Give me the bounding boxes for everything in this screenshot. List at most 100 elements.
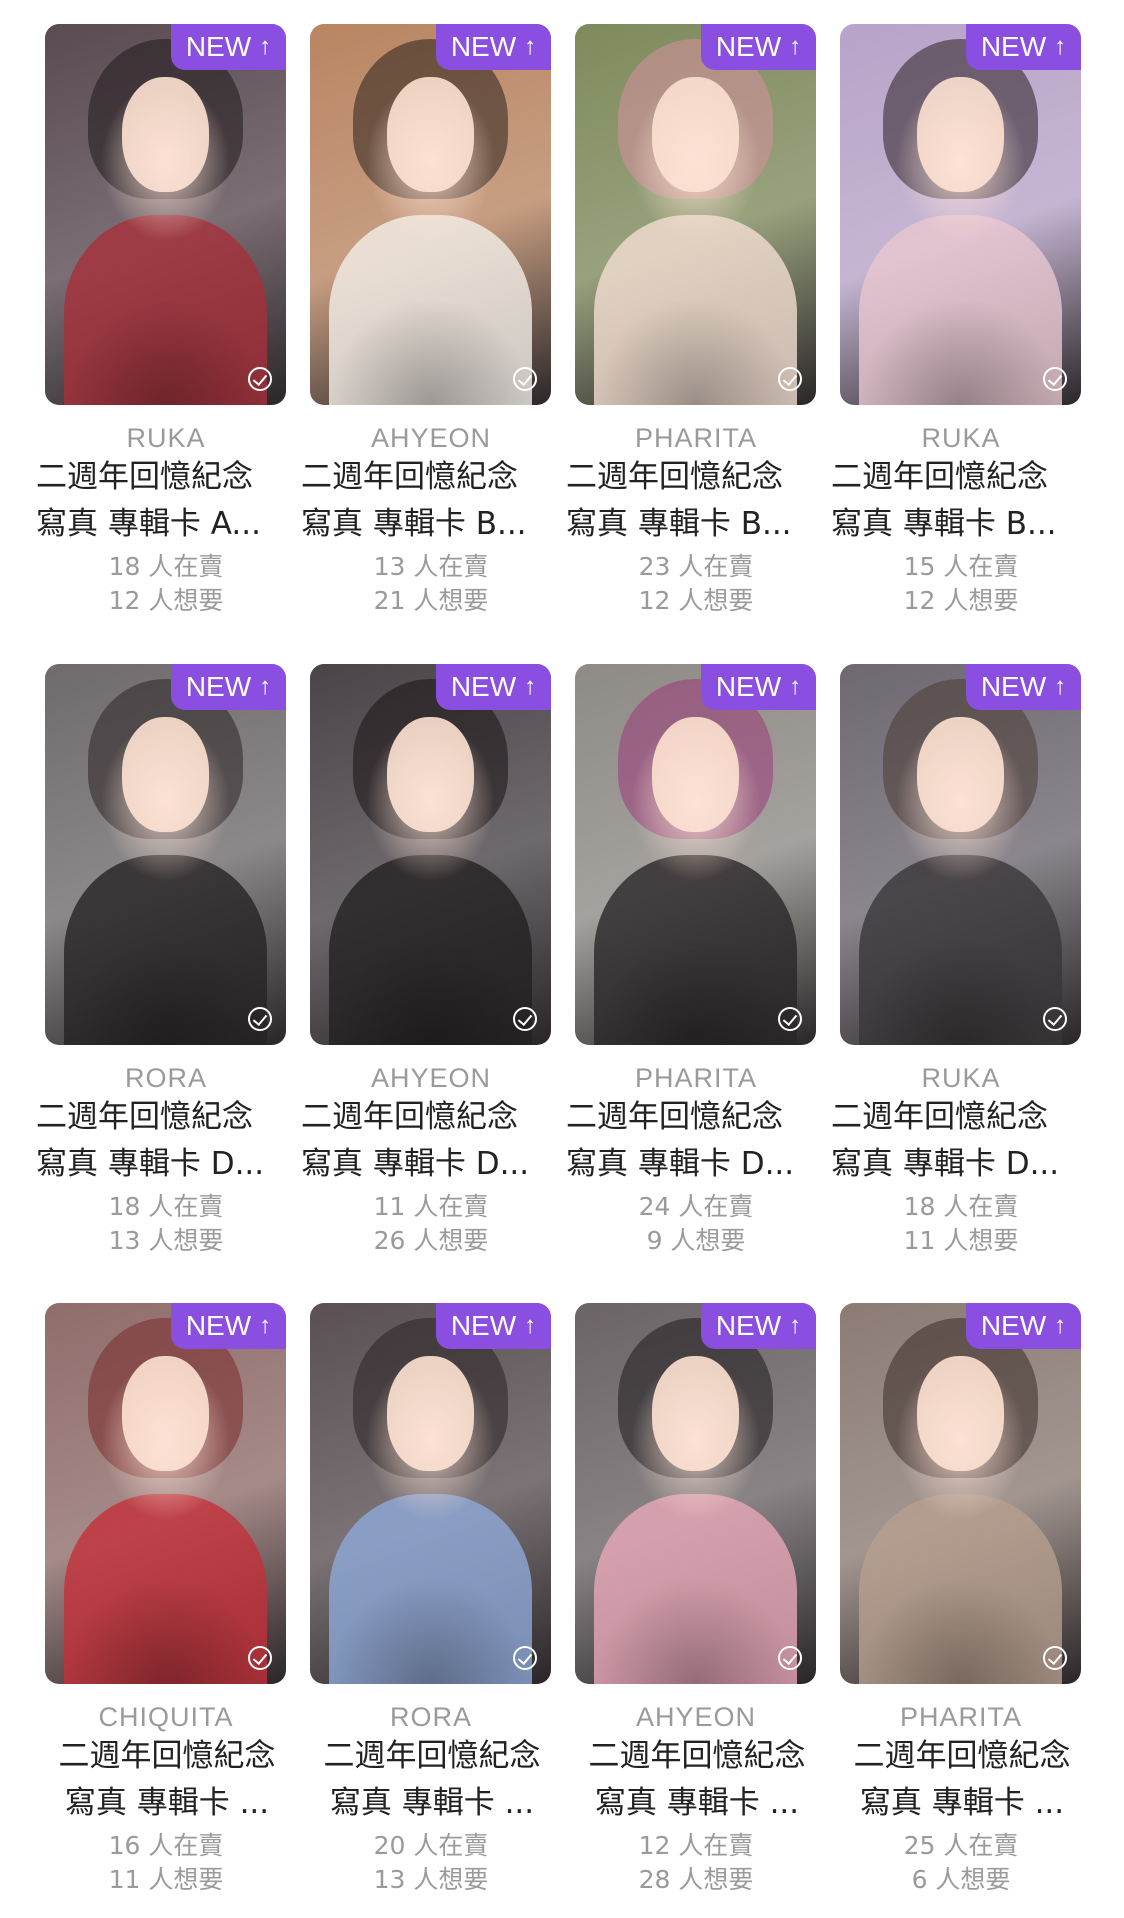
- card-title-line1: 二週年回憶紀念: [36, 459, 253, 495]
- member-name: RORA: [124, 1063, 207, 1093]
- check-circle-icon[interactable]: [1043, 1646, 1067, 1670]
- photocard-image[interactable]: NEW ↑: [575, 1303, 816, 1684]
- photocard-item[interactable]: NEW ↑ PHARITA 二週年回憶紀念 寫真 專輯卡 D... 24 人在賣…: [564, 664, 828, 1258]
- new-badge-label: NEW: [185, 31, 252, 62]
- check-circle-icon[interactable]: [778, 1007, 802, 1031]
- card-title-line2: 寫真 專輯卡 ...: [594, 1785, 800, 1821]
- photocard-item[interactable]: NEW ↑ AHYEON 二週年回憶紀念 寫真 專輯卡 ... 12 人在賣 2…: [564, 1303, 828, 1897]
- photo-shade: [840, 664, 1081, 1045]
- wanting-count: 21 人想要: [373, 586, 489, 615]
- card-title[interactable]: 二週年回憶紀念 寫真 專輯卡 B...: [299, 454, 563, 548]
- check-circle-icon[interactable]: [248, 1007, 272, 1031]
- card-title[interactable]: 二週年回憶紀念 寫真 專輯卡 B...: [564, 454, 828, 548]
- photocard-image[interactable]: NEW ↑: [840, 664, 1081, 1045]
- new-badge: NEW ↑: [701, 664, 816, 710]
- photocard-image[interactable]: NEW ↑: [45, 664, 286, 1045]
- card-title[interactable]: 二週年回憶紀念 寫真 專輯卡 B...: [829, 454, 1093, 548]
- wanting-count: 9 人想要: [646, 1226, 746, 1255]
- photocard-image[interactable]: NEW ↑: [310, 664, 551, 1045]
- check-circle-icon[interactable]: [513, 1007, 537, 1031]
- photocard-item[interactable]: NEW ↑ AHYEON 二週年回憶紀念 寫真 專輯卡 B... 13 人在賣 …: [299, 24, 563, 618]
- selling-count: 12 人在賣: [638, 1831, 754, 1860]
- card-title-line1: 二週年回憶紀念: [831, 459, 1048, 495]
- photocard-item[interactable]: NEW ↑ RUKA 二週年回憶紀念 寫真 專輯卡 B... 15 人在賣 12…: [829, 24, 1093, 618]
- new-badge-label: NEW: [450, 31, 517, 62]
- photocard-image[interactable]: NEW ↑: [840, 1303, 1081, 1684]
- card-title[interactable]: 二週年回憶紀念 寫真 專輯卡 ...: [829, 1733, 1093, 1827]
- selling-count: 18 人在賣: [108, 1192, 224, 1221]
- photocard-item[interactable]: NEW ↑ AHYEON 二週年回憶紀念 寫真 專輯卡 D... 11 人在賣 …: [299, 664, 563, 1258]
- photocard-item[interactable]: NEW ↑ RUKA 二週年回憶紀念 寫真 專輯卡 D... 18 人在賣 11…: [829, 664, 1093, 1258]
- check-circle-icon[interactable]: [248, 1646, 272, 1670]
- arrow-up-icon: ↑: [259, 33, 272, 60]
- card-title-line2: 寫真 專輯卡 B...: [831, 506, 1057, 542]
- photo-shade: [45, 664, 286, 1045]
- card-title-line1: 二週年回憶紀念: [323, 1738, 541, 1774]
- card-title[interactable]: 二週年回憶紀念 寫真 專輯卡 A...: [34, 454, 298, 548]
- check-circle-icon[interactable]: [248, 367, 272, 391]
- card-stats: 11 人在賣 26 人想要: [299, 1190, 563, 1258]
- card-title-line2: 寫真 專輯卡 D...: [831, 1146, 1060, 1182]
- member-name: CHIQUITA: [98, 1702, 234, 1732]
- card-title[interactable]: 二週年回憶紀念 寫真 專輯卡 ...: [34, 1733, 298, 1827]
- new-badge-label: NEW: [715, 671, 782, 702]
- check-circle-icon[interactable]: [1043, 1007, 1067, 1031]
- card-stats: 13 人在賣 21 人想要: [299, 550, 563, 618]
- new-badge: NEW ↑: [966, 24, 1081, 70]
- selling-count: 15 人在賣: [903, 552, 1019, 581]
- photocard-image[interactable]: NEW ↑: [310, 1303, 551, 1684]
- photocard-image[interactable]: NEW ↑: [840, 24, 1081, 405]
- arrow-up-icon: ↑: [789, 1312, 802, 1339]
- wanting-count: 26 人想要: [373, 1226, 489, 1255]
- card-stats: 18 人在賣 11 人想要: [829, 1190, 1093, 1258]
- card-title-line2: 寫真 專輯卡 A...: [36, 506, 261, 542]
- wanting-count: 11 人想要: [108, 1865, 224, 1894]
- photocard-image[interactable]: NEW ↑: [45, 1303, 286, 1684]
- selling-count: 23 人在賣: [638, 552, 754, 581]
- member-name: PHARITA: [899, 1702, 1022, 1732]
- card-title-line2: 寫真 專輯卡 ...: [329, 1785, 535, 1821]
- photocard-item[interactable]: NEW ↑ RORA 二週年回憶紀念 寫真 專輯卡 ... 20 人在賣 13 …: [299, 1303, 563, 1897]
- card-title[interactable]: 二週年回憶紀念 寫真 專輯卡 D...: [564, 1094, 828, 1188]
- card-title[interactable]: 二週年回憶紀念 寫真 專輯卡 D...: [829, 1094, 1093, 1188]
- card-title-line1: 二週年回憶紀念: [566, 459, 783, 495]
- photocard-image[interactable]: NEW ↑: [310, 24, 551, 405]
- member-name: RUKA: [126, 423, 206, 453]
- card-title[interactable]: 二週年回憶紀念 寫真 專輯卡 ...: [564, 1733, 828, 1827]
- new-badge: NEW ↑: [966, 664, 1081, 710]
- photocard-image[interactable]: NEW ↑: [45, 24, 286, 405]
- selling-count: 18 人在賣: [108, 552, 224, 581]
- photocard-item[interactable]: NEW ↑ PHARITA 二週年回憶紀念 寫真 專輯卡 ... 25 人在賣 …: [829, 1303, 1093, 1897]
- card-title[interactable]: 二週年回憶紀念 寫真 專輯卡 D...: [299, 1094, 563, 1188]
- check-circle-icon[interactable]: [513, 1646, 537, 1670]
- photocard-image[interactable]: NEW ↑: [575, 24, 816, 405]
- photocard-item[interactable]: NEW ↑ RORA 二週年回憶紀念 寫真 專輯卡 D... 18 人在賣 13…: [34, 664, 298, 1258]
- photo-shade: [575, 1303, 816, 1684]
- photo-shade: [575, 24, 816, 405]
- wanting-count: 12 人想要: [638, 586, 754, 615]
- wanting-count: 6 人想要: [911, 1865, 1011, 1894]
- photocard-image[interactable]: NEW ↑: [575, 664, 816, 1045]
- photocard-item[interactable]: NEW ↑ CHIQUITA 二週年回憶紀念 寫真 專輯卡 ... 16 人在賣…: [34, 1303, 298, 1897]
- selling-count: 24 人在賣: [638, 1192, 754, 1221]
- card-stats: 12 人在賣 28 人想要: [564, 1829, 828, 1897]
- check-circle-icon[interactable]: [513, 367, 537, 391]
- card-title-line1: 二週年回憶紀念: [301, 459, 518, 495]
- wanting-count: 13 人想要: [373, 1865, 489, 1894]
- arrow-up-icon: ↑: [259, 673, 272, 700]
- card-stats: 20 人在賣 13 人想要: [299, 1829, 563, 1897]
- card-title[interactable]: 二週年回憶紀念 寫真 專輯卡 ...: [299, 1733, 563, 1827]
- photo-shade: [310, 1303, 551, 1684]
- photocard-item[interactable]: NEW ↑ PHARITA 二週年回憶紀念 寫真 專輯卡 B... 23 人在賣…: [564, 24, 828, 618]
- check-circle-icon[interactable]: [778, 367, 802, 391]
- card-title-line1: 二週年回憶紀念: [853, 1738, 1071, 1774]
- check-circle-icon[interactable]: [1043, 367, 1067, 391]
- card-title[interactable]: 二週年回憶紀念 寫真 專輯卡 D...: [34, 1094, 298, 1188]
- photocard-grid: NEW ↑ RUKA 二週年回憶紀念 寫真 專輯卡 A... 18 人在賣 12…: [0, 0, 1124, 1918]
- photo-shade: [310, 664, 551, 1045]
- check-circle-icon[interactable]: [778, 1646, 802, 1670]
- new-badge-label: NEW: [185, 1310, 252, 1341]
- card-stats: 25 人在賣 6 人想要: [829, 1829, 1093, 1897]
- photocard-item[interactable]: NEW ↑ RUKA 二週年回憶紀念 寫真 專輯卡 A... 18 人在賣 12…: [34, 24, 298, 618]
- selling-count: 16 人在賣: [108, 1831, 224, 1860]
